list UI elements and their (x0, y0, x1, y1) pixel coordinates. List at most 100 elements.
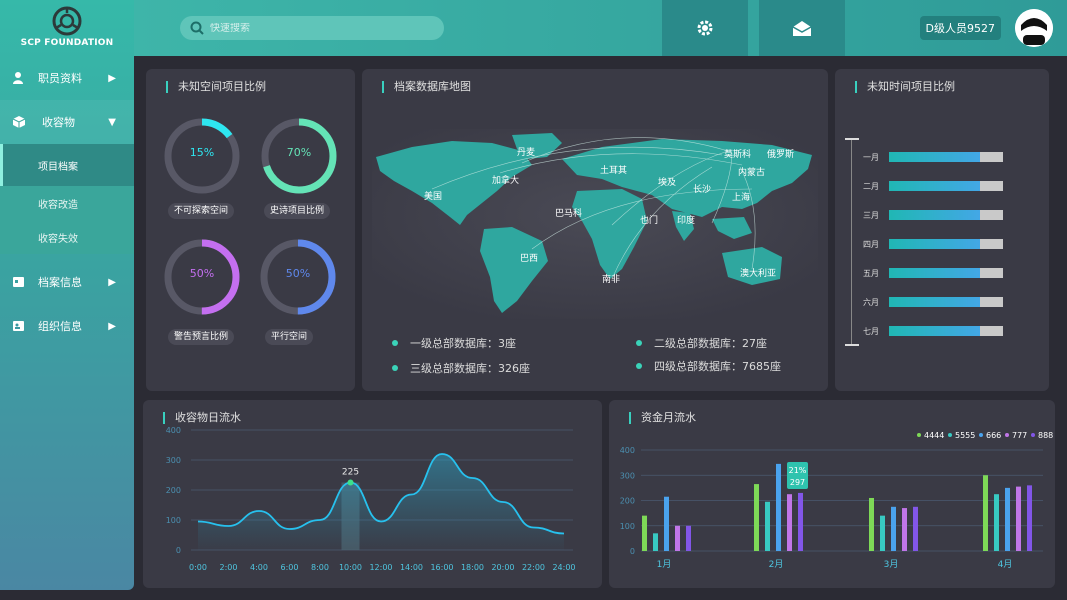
month-label: 四月 (863, 239, 879, 249)
month-bar-row: 一月 (863, 151, 1003, 163)
search-box[interactable] (180, 16, 444, 40)
donut-chart: 50% (162, 237, 242, 317)
city-label: 莫斯科 (724, 150, 752, 160)
panel-unknown-space: 未知空间项目比例 15% 不可探索空间 70% 史诗项目比例 50% 警告预言比… (146, 69, 355, 391)
sidebar-item-label: 职员资料 (38, 72, 82, 85)
panel-map: 档案数据库地图 丹麦 加拿大 美国 土耳其 巴马科 莫斯科 俄罗斯 内蒙古 埃及… (362, 69, 828, 391)
legend-label: 5555 (955, 431, 975, 440)
logo[interactable]: SCP FOUNDATION (0, 0, 134, 56)
bar (675, 525, 680, 551)
x-tick-label: 2:00 (220, 563, 238, 572)
chevron-right-icon: ▶ (108, 320, 116, 332)
bar (642, 515, 647, 551)
settings-button[interactable] (662, 0, 748, 56)
month-bar-track (889, 239, 1003, 249)
legend-marker (979, 433, 983, 437)
legend-dot (392, 365, 398, 371)
city-label: 丹麦 (517, 148, 536, 158)
tooltip-percent: 21% (789, 466, 807, 475)
user-badge[interactable]: D级人员9527 (919, 16, 1001, 40)
y-tick-label: 0 (176, 546, 181, 555)
y-tick-label: 200 (620, 497, 635, 506)
monthly-funds-chart: 0 100 200 300 400 4444 5555 666 777 888 1月 2月 3月 4月 21… (620, 431, 1054, 570)
month-bar-row: 七月 (863, 325, 1003, 337)
bar (880, 515, 885, 551)
legend-marker (948, 433, 952, 437)
bar (653, 533, 658, 551)
sidebar-item-label: 组织信息 (38, 320, 82, 333)
bar (798, 492, 803, 551)
city-label: 澳大利亚 (740, 269, 777, 279)
city-label: 土耳其 (600, 166, 628, 176)
map-legend-item: 四级总部数据库：7685座 (636, 358, 781, 374)
month-bar-fill (889, 181, 981, 191)
month-bar-row: 四月 (863, 238, 1003, 250)
search-input[interactable] (210, 22, 410, 34)
bar (983, 475, 988, 551)
bar (869, 497, 874, 551)
sidebar-item-staff[interactable]: 职员资料 ▶ (0, 56, 134, 100)
subnav-item-project-files[interactable]: 项目档案 (0, 144, 134, 186)
month-label: 七月 (863, 326, 879, 336)
donut-caption: 警告预言比例 (168, 329, 235, 345)
month-bar-fill (889, 326, 981, 336)
donut-chart: 15% (162, 116, 242, 196)
sidebar-item-label: 档案信息 (38, 276, 82, 289)
map-city-labels: 丹麦 加拿大 美国 土耳其 巴马科 莫斯科 俄罗斯 内蒙古 埃及 长沙 上海 也… (362, 69, 828, 329)
donut-value: 15% (189, 146, 215, 159)
sidebar-item-containment[interactable]: 收容物 ▼ (0, 100, 134, 144)
bar (787, 494, 792, 551)
bar (1016, 486, 1021, 551)
panda-avatar-icon (1015, 9, 1053, 47)
sidebar: SCP FOUNDATION 职员资料 ▶ 收容物 ▼ 项目档案 收容改造 收容… (0, 0, 134, 590)
archive-icon (13, 277, 24, 287)
messages-button[interactable] (759, 0, 845, 56)
y-tick-label: 400 (620, 446, 635, 455)
city-label: 长沙 (693, 185, 712, 195)
legend-label: 4444 (924, 431, 944, 440)
month-label: 三月 (863, 210, 879, 220)
bar (776, 463, 781, 551)
month-bar-track (889, 297, 1003, 307)
data-point (347, 479, 354, 486)
search-icon (190, 21, 204, 35)
legend-text: 二级总部数据库：27座 (654, 337, 767, 350)
month-bar-track (889, 181, 1003, 191)
city-label: 埃及 (658, 178, 677, 188)
city-label: 加拿大 (492, 176, 520, 186)
daily-flow-chart: 0 100 200 300 400 225 0:00 2:00 4:00 6:00 8:00 10:0… (166, 426, 576, 572)
scp-logo-icon (52, 6, 82, 36)
month-bar-fill (889, 268, 981, 278)
topbar: D级人员9527 (134, 0, 1067, 56)
legend-marker (917, 433, 921, 437)
x-tick-label: 16:00 (430, 563, 453, 572)
chevron-right-icon: ▶ (108, 72, 116, 84)
city-label: 上海 (732, 193, 751, 203)
avatar[interactable] (1015, 9, 1053, 47)
sidebar-item-organization[interactable]: 组织信息 ▶ (0, 304, 134, 348)
x-tick-label: 24:00 (552, 563, 575, 572)
legend-label: 666 (986, 431, 1001, 440)
sidebar-item-archive[interactable]: 档案信息 ▶ (0, 260, 134, 304)
x-tick-label: 0:00 (189, 563, 207, 572)
map-legend-item: 二级总部数据库：27座 (636, 335, 767, 351)
subnav-item-containment-mod[interactable]: 收容改造 (0, 186, 134, 220)
y-tick-label: 100 (620, 522, 635, 531)
legend-label: 777 (1012, 431, 1027, 440)
city-label: 南非 (602, 275, 621, 285)
month-bar-row: 五月 (863, 267, 1003, 279)
month-label: 一月 (863, 152, 879, 162)
box-icon (12, 116, 26, 128)
month-bar-fill (889, 297, 981, 307)
month-bar-fill (889, 239, 981, 249)
subnav-item-containment-breach[interactable]: 收容失效 (0, 220, 134, 254)
donut-caption: 史诗项目比例 (264, 203, 331, 219)
month-bar-row: 六月 (863, 296, 1003, 308)
x-tick-label: 1月 (657, 559, 672, 570)
x-tick-label: 6:00 (281, 563, 299, 572)
city-label: 内蒙古 (738, 168, 766, 178)
bar (1005, 487, 1010, 551)
x-tick-label: 12:00 (369, 563, 392, 572)
legend-marker (1031, 433, 1035, 437)
chevron-down-icon: ▼ (108, 116, 116, 128)
